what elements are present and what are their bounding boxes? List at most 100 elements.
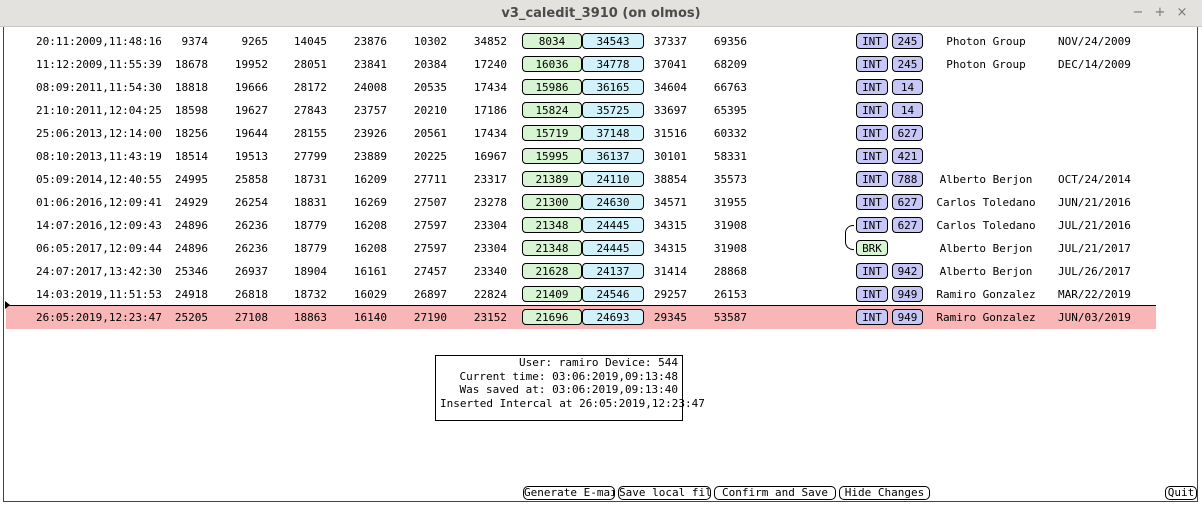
cell-g[interactable]: 21300 [522,194,582,210]
save-local-file-button[interactable]: Save local file [618,486,711,500]
table-row[interactable]: 08:10:2013,11:43:19 18514 19513 27799 23889 2… [6,145,1156,168]
cell-v8: 26153 [713,288,747,301]
code-tag[interactable]: 949 [892,309,923,325]
window-titlebar[interactable]: v3_caledit_3910 (on olmos) − + × [0,0,1202,27]
code-tag[interactable]: 627 [892,194,923,210]
cell-c[interactable]: 36137 [582,148,644,164]
code-tag[interactable]: 942 [892,263,923,279]
code-tag[interactable]: 14 [892,79,923,95]
cell-c[interactable]: 24693 [582,309,644,325]
type-tag[interactable]: INT [856,286,888,302]
cell-g[interactable]: 16036 [522,56,582,72]
cell-v5: 27711 [413,173,447,186]
cell-g[interactable]: 21389 [522,171,582,187]
cell-c[interactable]: 36165 [582,79,644,95]
type-tag[interactable]: INT [856,125,888,141]
cell-c[interactable]: 24630 [582,194,644,210]
type-tag[interactable]: INT [856,33,888,49]
minimize-icon[interactable]: − [1130,5,1146,21]
cell-c[interactable]: 34543 [582,33,644,49]
cell-time: 14:07:2016,12:09:43 [36,219,162,232]
code-tag[interactable]: 245 [892,33,923,49]
cell-v8: 31908 [713,242,747,255]
cell-time: 06:05:2017,12:09:44 [36,242,162,255]
cell-g[interactable]: 21348 [522,240,582,256]
quit-button[interactable]: Quit [1165,486,1197,500]
cell-g[interactable]: 8034 [522,33,582,49]
code-tag[interactable]: 14 [892,102,923,118]
cell-g[interactable]: 21628 [522,263,582,279]
type-tag[interactable]: INT [856,263,888,279]
cell-v6: 23278 [473,196,507,209]
cell-c[interactable]: 24137 [582,263,644,279]
type-tag[interactable]: INT [856,217,888,233]
cell-c[interactable]: 24110 [582,171,644,187]
cell-v7: 34604 [653,81,687,94]
window-title: v3_caledit_3910 (on olmos) [501,6,701,21]
cell-v6: 34852 [473,35,507,48]
cell-g[interactable]: 21348 [522,217,582,233]
cell-g[interactable]: 21696 [522,309,582,325]
type-tag[interactable]: BRK [856,240,888,256]
code-tag[interactable]: 421 [892,148,923,164]
type-tag[interactable]: INT [856,171,888,187]
cell-v1: 24918 [174,288,208,301]
cell-g[interactable]: 15719 [522,125,582,141]
code-tag[interactable]: 627 [892,125,923,141]
cell-c[interactable]: 24546 [582,286,644,302]
table-row[interactable]: 08:09:2011,11:54:30 18818 19666 28172 24008 2… [6,76,1156,99]
cell-v4: 16208 [353,242,387,255]
cell-v4: 16161 [353,265,387,278]
confirm-and-save-button[interactable]: Confirm and Save [714,486,836,500]
code-tag[interactable]: 245 [892,56,923,72]
cell-v4: 16209 [353,173,387,186]
table-row[interactable]: 25:06:2013,12:14:00 18256 19644 28155 23926 2… [6,122,1156,145]
code-tag[interactable]: 627 [892,217,923,233]
cell-g[interactable]: 21409 [522,286,582,302]
cell-c[interactable]: 24445 [582,240,644,256]
table-row[interactable]: 26:05:2019,12:23:47 25205 27108 18863 16140 2… [6,306,1156,329]
generate-email-button[interactable]: Generate E-mail [523,486,615,500]
table-row[interactable]: 14:03:2019,11:51:53 24918 26818 18732 16029 2… [6,283,1156,306]
cell-v7: 33697 [653,104,687,117]
cell-c[interactable]: 24445 [582,217,644,233]
table-row[interactable]: 06:05:2017,12:09:44 24896 26236 18779 16208 2… [6,237,1156,260]
cell-v6: 17434 [473,127,507,140]
table-row[interactable]: 14:07:2016,12:09:43 24896 26236 18779 16208 2… [6,214,1156,237]
table-row[interactable]: 11:12:2009,11:55:39 18678 19952 28051 23841 2… [6,53,1156,76]
cell-v4: 23841 [353,58,387,71]
cell-c[interactable]: 35725 [582,102,644,118]
table-row[interactable]: 01:06:2016,12:09:41 24929 26254 18831 16269 2… [6,191,1156,214]
cell-v5: 27597 [413,242,447,255]
code-tag[interactable]: 788 [892,171,923,187]
maximize-icon[interactable]: + [1152,5,1168,21]
cell-v1: 18256 [174,127,208,140]
table-row[interactable]: 20:11:2009,11:48:16 9374 9265 14045 23876 103… [6,30,1156,53]
cell-g[interactable]: 15995 [522,148,582,164]
table-row[interactable]: 24:07:2017,13:42:30 25346 26937 18904 16161 2… [6,260,1156,283]
type-tag[interactable]: INT [856,194,888,210]
cell-v4: 16208 [353,219,387,232]
type-tag[interactable]: INT [856,148,888,164]
type-tag[interactable]: INT [856,79,888,95]
operator-name: Ramiro Gonzalez [936,288,1036,301]
hide-changes-button[interactable]: Hide Changes [839,486,930,500]
close-icon[interactable]: × [1174,5,1190,21]
type-tag[interactable]: INT [856,309,888,325]
cell-v5: 27597 [413,219,447,232]
type-tag[interactable]: INT [856,102,888,118]
cell-g[interactable]: 15986 [522,79,582,95]
cell-v5: 27190 [413,311,447,324]
cell-v8: 68209 [713,58,747,71]
code-tag[interactable]: 949 [892,286,923,302]
cell-g[interactable]: 15824 [522,102,582,118]
type-tag[interactable]: INT [856,56,888,72]
cell-time: 14:03:2019,11:51:53 [36,288,162,301]
cell-v7: 37337 [653,35,687,48]
cell-c[interactable]: 34778 [582,56,644,72]
cell-c[interactable]: 37148 [582,125,644,141]
table-row[interactable]: 21:10:2011,12:04:25 18598 19627 27843 23757 2… [6,99,1156,122]
cell-v3: 27799 [293,150,327,163]
info-saved-at: Was saved at: 03:06:2019,09:13:40 [459,383,678,396]
table-row[interactable]: 05:09:2014,12:40:55 24995 25858 18731 16209 2… [6,168,1156,191]
